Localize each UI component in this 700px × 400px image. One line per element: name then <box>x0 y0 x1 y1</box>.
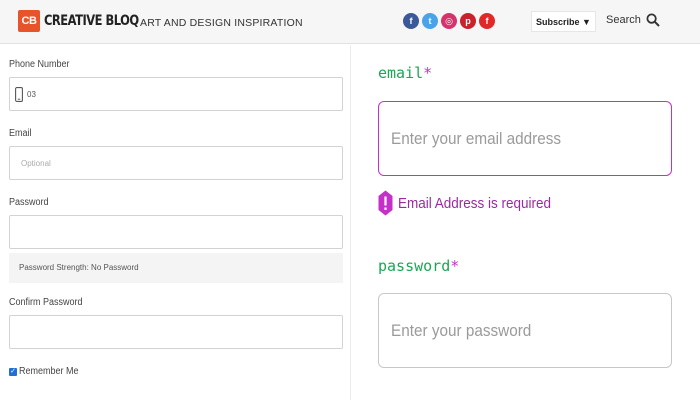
flipboard-icon[interactable]: f <box>479 13 495 29</box>
social-links: f t ◎ p f <box>403 13 495 29</box>
pinterest-icon[interactable]: p <box>460 13 476 29</box>
site-header: CB CREATIVE BLOQ ART AND DESIGN INSPIRAT… <box>0 0 700 44</box>
remember-me[interactable]: ✓ Remember Me <box>9 366 85 377</box>
confirm-password-label: Confirm Password <box>9 297 83 308</box>
logo-text: CREATIVE BLOQ <box>44 13 139 29</box>
password-input[interactable]: Enter your password <box>378 293 672 368</box>
email-input[interactable]: Enter your email address <box>378 101 672 176</box>
email-placeholder: Optional <box>21 159 51 168</box>
subscribe-button[interactable]: Subscribe ▼ <box>531 11 596 32</box>
required-marker: * <box>423 64 433 82</box>
password-strength-text: Password Strength: No Password <box>19 263 139 272</box>
phone-label: Phone Number <box>9 59 70 70</box>
phone-field[interactable]: 03 <box>9 77 343 111</box>
email-input-placeholder: Enter your email address <box>391 129 562 148</box>
email-field[interactable]: Optional <box>9 146 343 180</box>
facebook-icon[interactable]: f <box>403 13 419 29</box>
email-label: Email <box>9 128 32 139</box>
email-field-label: email* <box>378 64 433 82</box>
search-icon <box>646 13 660 27</box>
phone-value: 03 <box>27 90 36 99</box>
logo-mark: CB <box>18 10 40 32</box>
error-text: Email Address is required <box>398 194 552 212</box>
remember-me-label: Remember Me <box>19 366 79 377</box>
phone-icon <box>15 87 23 102</box>
search-button[interactable]: Search <box>606 13 660 27</box>
password-field-label: password* <box>378 257 460 275</box>
password-label: Password <box>9 197 49 208</box>
email-error-message: Email Address is required <box>378 190 568 216</box>
password-strength-bar: Password Strength: No Password <box>9 253 343 283</box>
error-icon <box>378 190 393 216</box>
required-marker: * <box>450 257 460 275</box>
site-tagline: ART AND DESIGN INSPIRATION <box>140 17 303 29</box>
search-label: Search <box>606 14 641 26</box>
registration-form: Phone Number 03 Email Optional Password … <box>0 45 351 400</box>
twitter-icon[interactable]: t <box>422 13 438 29</box>
remember-me-checkbox[interactable]: ✓ <box>9 367 17 376</box>
confirm-password-field[interactable] <box>9 315 343 349</box>
site-logo[interactable]: CB CREATIVE BLOQ <box>18 10 160 32</box>
instagram-icon[interactable]: ◎ <box>441 13 457 29</box>
password-field[interactable] <box>9 215 343 249</box>
password-input-placeholder: Enter your password <box>391 321 532 340</box>
